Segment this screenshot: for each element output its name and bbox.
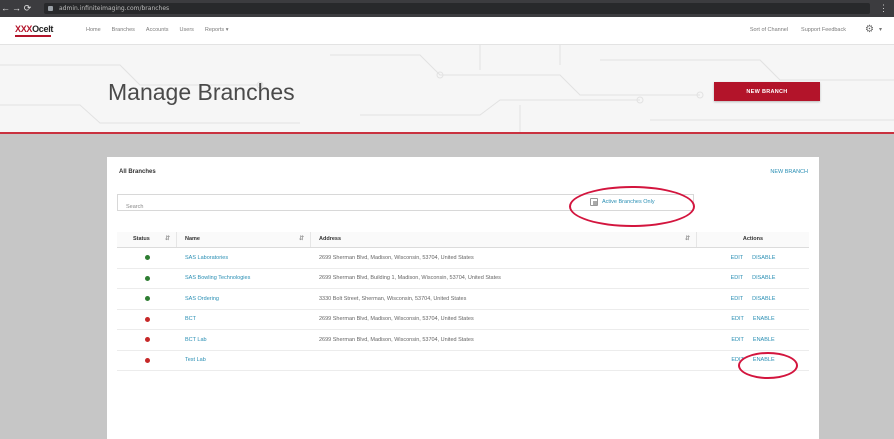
name-column-header[interactable]: Name ⇵ (177, 232, 311, 247)
status-column-header[interactable]: Status ⇵ (117, 232, 177, 247)
status-active-icon (144, 296, 150, 302)
disable-button[interactable]: DISABLE (752, 255, 775, 261)
actions-header-label: Actions (742, 236, 764, 242)
edit-button[interactable]: EDIT (731, 296, 744, 302)
url-text: admin.infiniteimaging.com/branches (59, 5, 170, 12)
card-title: All Branches (119, 169, 156, 175)
disable-button[interactable]: DISABLE (752, 296, 775, 302)
table-row[interactable]: BCT Lab 2699 Sherman Blvd, Madison, Wisc… (117, 330, 809, 351)
edit-button[interactable]: EDIT (731, 275, 744, 281)
edit-button[interactable]: EDIT (731, 316, 744, 322)
table-header: Status ⇵ Name ⇵ Address ⇵ Actions (117, 232, 809, 248)
reload-icon[interactable]: ⟳ (22, 0, 33, 17)
enable-button[interactable]: ENABLE (753, 316, 775, 322)
active-branches-label[interactable]: Active Branches Only (602, 199, 655, 205)
table-row[interactable]: SAS Ordering 3330 Bolt Street, Sherman, … (117, 289, 809, 310)
new-branch-button[interactable]: NEW BRANCH (714, 82, 820, 101)
address-bar[interactable]: admin.infiniteimaging.com/branches (44, 3, 870, 14)
branches-table: Status ⇵ Name ⇵ Address ⇵ Actions SAS Labor… (117, 232, 809, 371)
branch-name-link[interactable]: SAS Bowling Technologies (177, 275, 311, 281)
nav-home[interactable]: Home (86, 25, 101, 35)
branch-address: 2699 Sherman Blvd, Madison, Wisconsin, 5… (319, 316, 474, 323)
logo-mark: XXX (15, 24, 33, 34)
name-header-label: Name (185, 236, 200, 242)
status-active-icon (144, 255, 150, 261)
browser-menu-icon[interactable]: ⋮ (879, 0, 888, 17)
branch-name-link[interactable]: Test Lab (177, 357, 311, 363)
chevron-down-icon[interactable]: ▾ (879, 26, 882, 33)
edit-button[interactable]: EDIT (731, 337, 744, 343)
status-cell (117, 357, 177, 363)
enable-button[interactable]: ENABLE (753, 337, 775, 343)
support-feedback-link[interactable]: Support Feedback (801, 25, 846, 35)
actions-cell: EDIT ENABLE (697, 337, 809, 343)
address-header-label: Address (319, 236, 342, 242)
actions-cell: EDIT DISABLE (697, 296, 809, 302)
disable-button[interactable]: DISABLE (752, 275, 775, 281)
app-header: XXXOcelt Home Branches Accounts Users Re… (0, 17, 894, 45)
branch-address: 2699 Sherman Blvd, Madison, Wisconsin, 5… (319, 336, 474, 343)
back-icon[interactable]: ← (0, 0, 11, 17)
branch-address: 3330 Bolt Street, Sherman, Wisconsin, 53… (319, 295, 467, 302)
nav-branches[interactable]: Branches (112, 25, 135, 35)
address-column-header[interactable]: Address ⇵ (311, 232, 697, 247)
status-cell (117, 255, 177, 261)
table-row[interactable]: Test Lab EDIT ENABLE (117, 351, 809, 371)
active-branches-toggle[interactable]: Active Branches Only (590, 198, 655, 206)
branch-name-link[interactable]: BCT Lab (177, 337, 311, 343)
header-right-links: Sort of Channel Support Feedback (750, 25, 846, 35)
sort-icon[interactable]: ⇵ (299, 232, 304, 247)
top-nav: Home Branches Accounts Users Reports ▾ (86, 25, 228, 35)
table-row[interactable]: BCT 2699 Sherman Blvd, Madison, Wisconsi… (117, 310, 809, 330)
branch-name-link[interactable]: SAS Laboratories (177, 255, 311, 261)
checkbox-icon[interactable] (590, 198, 598, 206)
nav-reports[interactable]: Reports ▾ (205, 25, 229, 35)
status-inactive-icon (144, 316, 150, 322)
status-cell (117, 337, 177, 343)
actions-cell: EDIT DISABLE (697, 275, 809, 281)
status-active-icon (144, 275, 150, 281)
channel-link[interactable]: Sort of Channel (750, 25, 788, 35)
lock-icon (48, 6, 53, 11)
actions-cell: EDIT ENABLE (697, 357, 809, 363)
sort-icon[interactable]: ⇵ (165, 232, 170, 247)
logo-wordmark: Ocelt (32, 24, 54, 34)
edit-button[interactable]: EDIT (731, 357, 744, 363)
status-cell (117, 316, 177, 322)
logo-underline (15, 35, 51, 37)
branch-address: 2699 Sherman Blvd, Madison, Wisconsin, 5… (319, 254, 474, 261)
sort-icon[interactable]: ⇵ (685, 232, 690, 247)
table-row[interactable]: SAS Laboratories 2699 Sherman Blvd, Madi… (117, 248, 809, 269)
logo[interactable]: XXXOcelt (15, 24, 54, 34)
enable-button[interactable]: ENABLE (753, 357, 775, 363)
edit-button[interactable]: EDIT (731, 255, 744, 261)
nav-accounts[interactable]: Accounts (146, 25, 169, 35)
gear-icon[interactable]: ⚙ (865, 24, 874, 36)
status-header-label: Status (133, 236, 150, 242)
actions-cell: EDIT DISABLE (697, 255, 809, 261)
card-new-branch-link[interactable]: NEW BRANCH (770, 169, 808, 175)
page-title: Manage Branches (108, 79, 295, 105)
branches-card: All Branches NEW BRANCH Active Branches … (107, 157, 819, 439)
forward-icon[interactable]: → (11, 0, 22, 17)
status-cell (117, 275, 177, 281)
browser-toolbar: ← → ⟳ admin.infiniteimaging.com/branches… (0, 0, 894, 17)
status-cell (117, 296, 177, 302)
branch-name-link[interactable]: SAS Ordering (177, 296, 311, 302)
nav-users[interactable]: Users (180, 25, 194, 35)
branch-name-link[interactable]: BCT (177, 316, 311, 322)
status-inactive-icon (144, 337, 150, 343)
table-row[interactable]: SAS Bowling Technologies 2699 Sherman Bl… (117, 269, 809, 289)
status-inactive-icon (144, 357, 150, 363)
actions-cell: EDIT ENABLE (697, 316, 809, 322)
actions-column-header: Actions (697, 232, 809, 247)
branch-address: 2699 Sherman Blvd, Building 1, Madison, … (319, 275, 501, 282)
